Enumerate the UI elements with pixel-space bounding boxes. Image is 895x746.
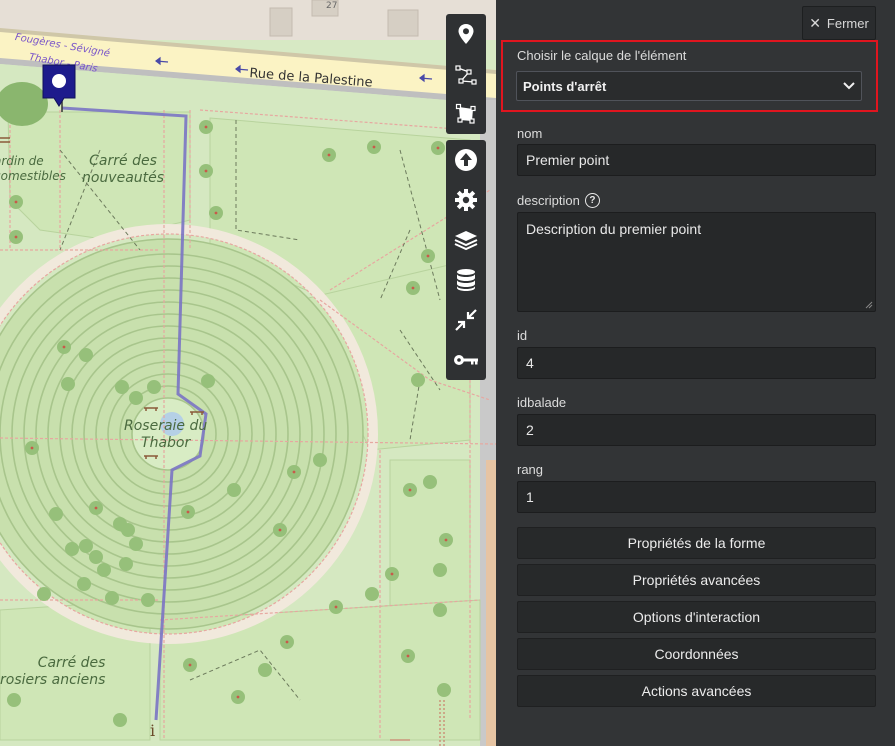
database-icon <box>457 269 475 291</box>
editor-window: i 27 Rue de la Palestine Fougères - Sévi… <box>0 0 895 746</box>
draw-polygon-button[interactable] <box>446 94 486 134</box>
layer-select[interactable]: Points d'arrêt <box>516 71 862 101</box>
draw-marker-button[interactable] <box>446 14 486 54</box>
map-edit-toolbar <box>446 14 486 380</box>
polygon-icon <box>455 103 476 124</box>
description-value: Description du premier point <box>526 221 702 237</box>
layers-icon <box>454 231 478 251</box>
nom-label: nom <box>517 126 543 141</box>
settings-tools-group <box>446 140 486 380</box>
map-tiles: i <box>0 0 496 746</box>
close-button[interactable]: ✕ Fermer <box>802 6 876 40</box>
advanced-properties-button[interactable]: Propriétés avancées <box>517 564 876 596</box>
rang-label: rang <box>517 462 544 477</box>
center-map-button[interactable] <box>446 300 486 340</box>
close-button-label: Fermer <box>826 15 869 31</box>
house-number-label: 27 <box>326 1 338 11</box>
import-button[interactable] <box>446 140 486 180</box>
description-label-row: description ? <box>517 193 600 208</box>
rang-input[interactable]: 1 <box>517 481 876 513</box>
draw-line-button[interactable] <box>446 54 486 94</box>
description-textarea[interactable]: Description du premier point <box>517 212 876 312</box>
selected-point-marker[interactable] <box>42 64 76 108</box>
settings-icon <box>455 189 477 211</box>
data-browser-button[interactable] <box>446 260 486 300</box>
polyline-icon <box>455 65 477 85</box>
layers-button[interactable] <box>446 220 486 260</box>
help-icon[interactable]: ? <box>584 193 600 208</box>
description-label: description <box>517 193 580 208</box>
svg-text:i: i <box>150 721 155 740</box>
shape-properties-button[interactable]: Propriétés de la forme <box>517 527 876 559</box>
layer-chooser-label: Choisir le calque de l'élément <box>517 48 687 63</box>
place-label-roseraie: Roseraie du Thabor <box>124 418 208 451</box>
coordinates-button[interactable]: Coordonnées <box>517 638 876 670</box>
map-pin-icon <box>42 64 76 107</box>
advanced-actions-button[interactable]: Actions avancées <box>517 675 876 707</box>
draw-tools-group <box>446 14 486 134</box>
id-input[interactable]: 4 <box>517 347 876 379</box>
layer-select-value: Points d'arrêt <box>523 78 607 94</box>
place-label-carre-nouveautes: Carré des nouveautés <box>82 153 165 186</box>
resize-grip-icon[interactable] <box>865 301 873 309</box>
upload-icon <box>455 149 477 171</box>
idbalade-input[interactable]: 2 <box>517 414 876 446</box>
place-label-jardin: ardin de comestibles <box>0 154 66 183</box>
permissions-button[interactable] <box>446 340 486 380</box>
chevron-down-icon <box>843 82 855 90</box>
interaction-options-button[interactable]: Options d'interaction <box>517 601 876 633</box>
map-view[interactable]: i 27 Rue de la Palestine Fougères - Sévi… <box>0 0 496 746</box>
map-settings-button[interactable] <box>446 180 486 220</box>
close-icon: ✕ <box>809 15 821 31</box>
place-label-rosiers-anciens: Carré des rosiers anciens <box>0 655 106 688</box>
marker-icon <box>458 24 474 44</box>
nom-input[interactable]: Premier point <box>517 144 876 176</box>
id-label: id <box>517 328 528 343</box>
idbalade-label: idbalade <box>517 395 567 410</box>
collapse-arrows-icon <box>455 309 477 331</box>
key-icon <box>454 355 478 365</box>
